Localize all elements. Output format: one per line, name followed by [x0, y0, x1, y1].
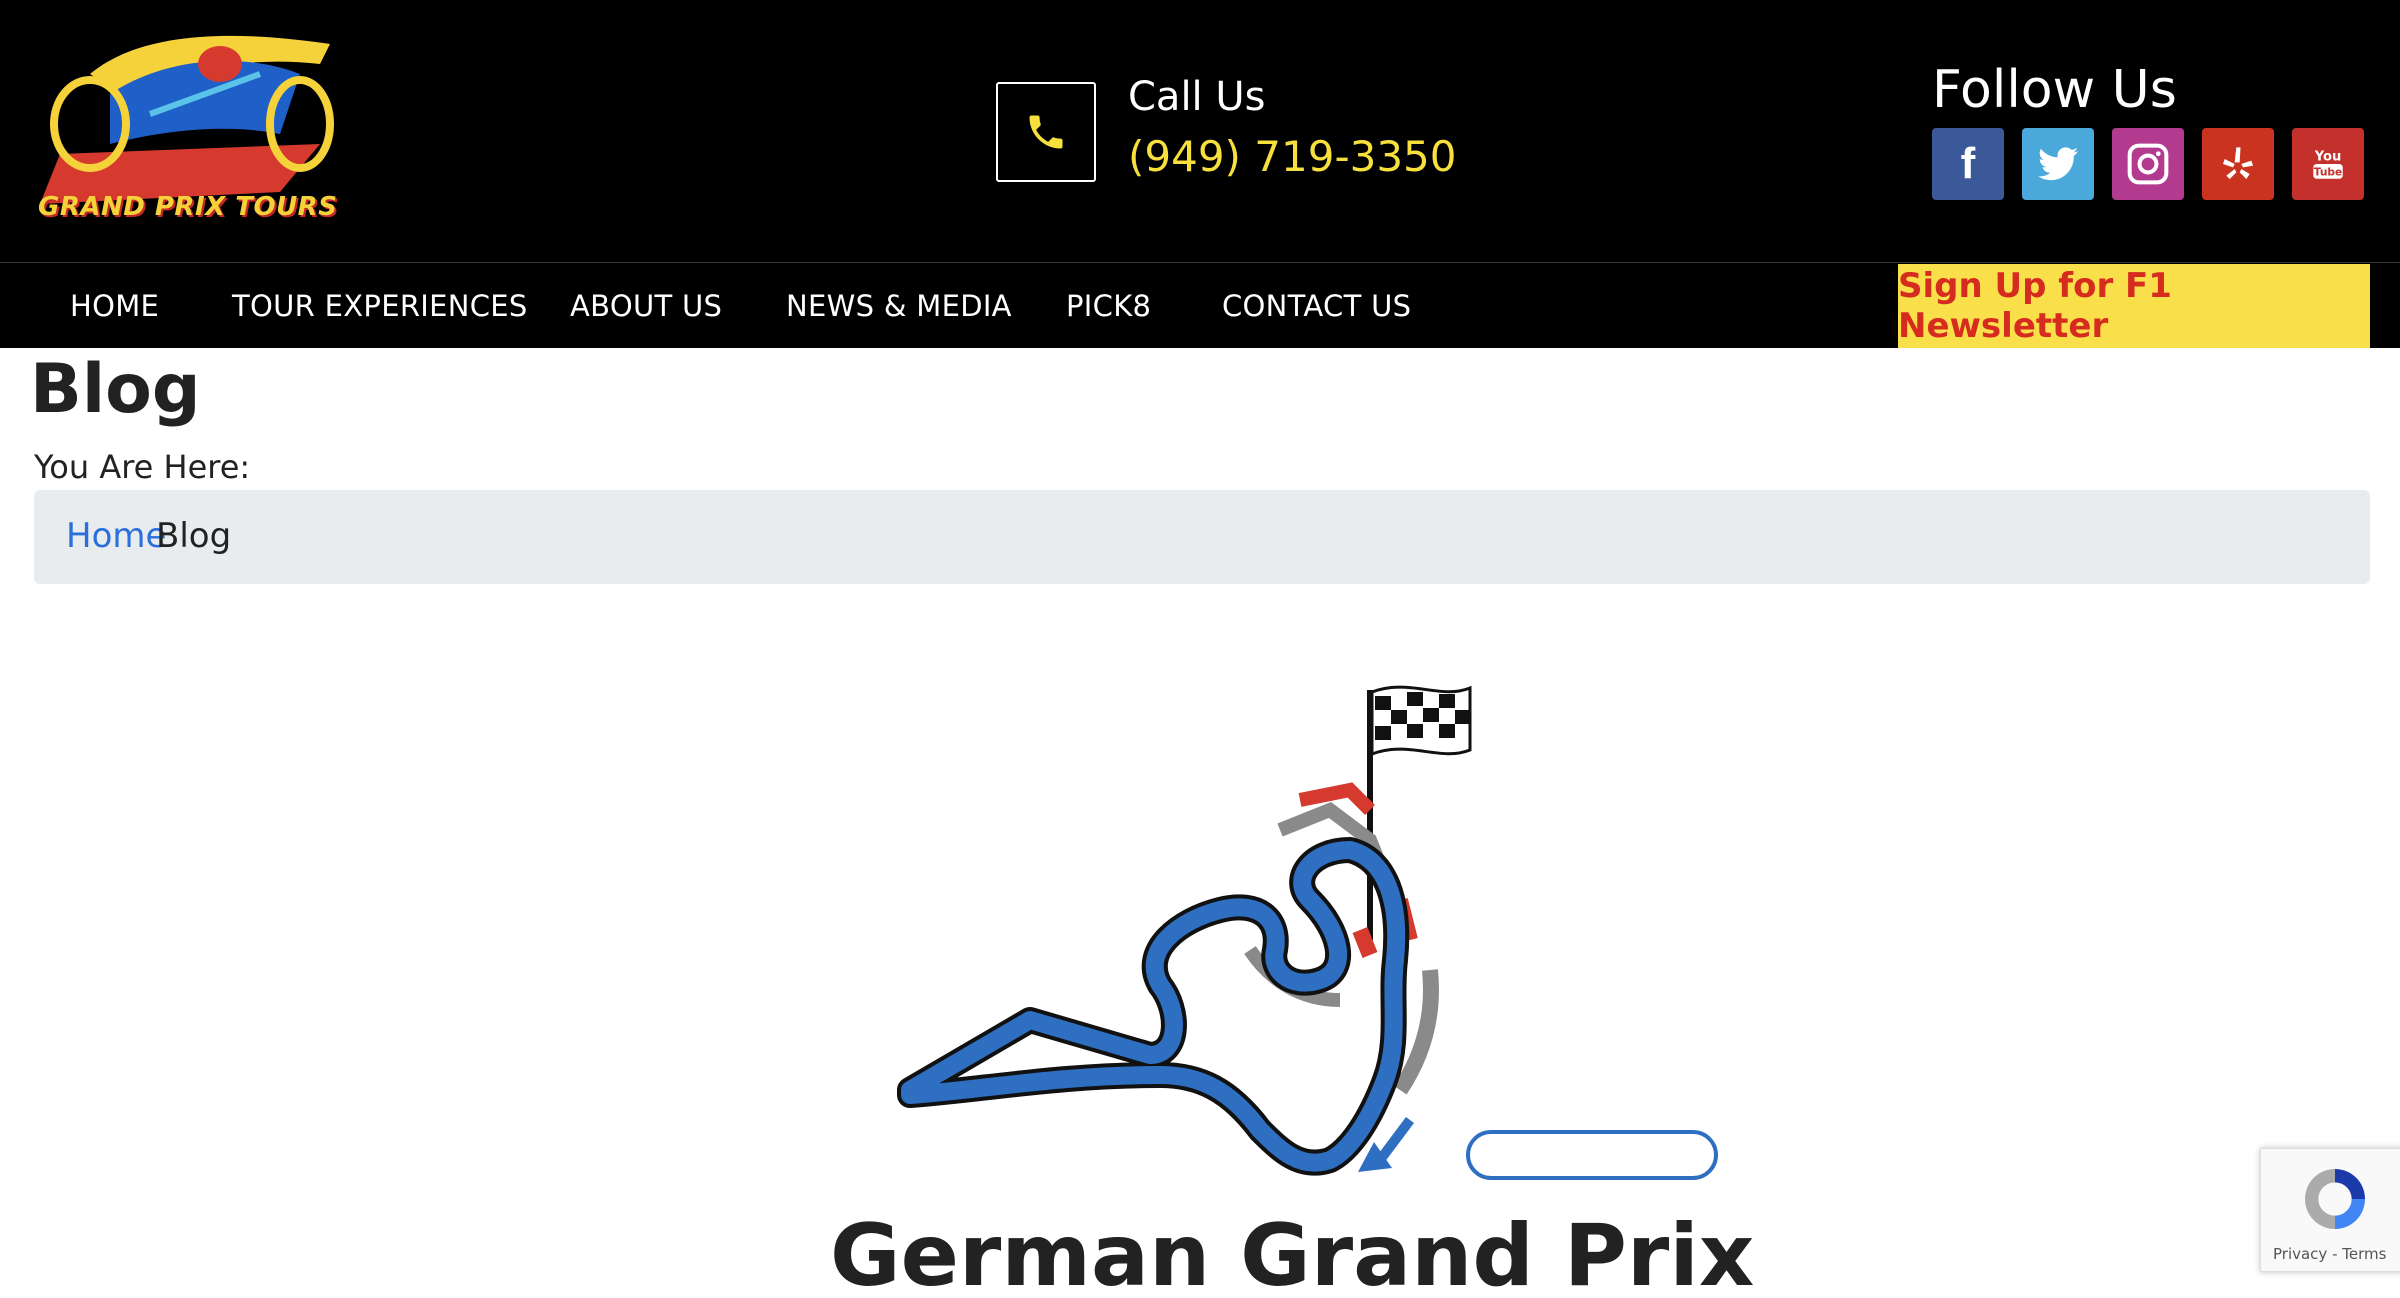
nav-item-pick8[interactable]: PICK8	[1066, 289, 1151, 323]
breadcrumb-current: Blog	[156, 516, 232, 556]
nav-item-home[interactable]: HOME	[70, 289, 159, 323]
yelp-icon	[2223, 147, 2253, 179]
recaptcha-privacy-terms[interactable]: Privacy - Terms	[2273, 1245, 2386, 1263]
you-are-here-label: You Are Here:	[34, 448, 251, 486]
facebook-link[interactable]: f	[1932, 128, 2004, 200]
call-us-label: Call Us	[1128, 74, 1266, 120]
twitter-icon	[2038, 147, 2078, 181]
instagram-icon	[2127, 143, 2169, 185]
svg-text:Tube: Tube	[2314, 165, 2342, 178]
breadcrumb: Home Blog	[34, 490, 2370, 584]
page-title: Blog	[30, 350, 201, 429]
nav-item-tour-experiences[interactable]: TOUR EXPERIENCES	[232, 289, 528, 323]
track-map-icon	[897, 685, 1718, 1180]
follow-us-heading: Follow Us	[1932, 60, 2177, 120]
recaptcha-badge[interactable]: Privacy - Terms	[2260, 1148, 2400, 1272]
article-title[interactable]: German Grand Prix	[830, 1206, 1754, 1298]
twitter-link[interactable]	[2022, 128, 2094, 200]
logo-text: GRAND PRIX TOURS	[38, 192, 338, 222]
phone-button[interactable]	[996, 82, 1096, 182]
instagram-link[interactable]	[2112, 128, 2184, 200]
facebook-icon: f	[1960, 139, 1976, 188]
site-header: GRAND PRIX TOURS Call Us (949) 719-3350 …	[0, 0, 2400, 262]
phone-icon	[1029, 115, 1063, 149]
nav-item-about-us[interactable]: ABOUT US	[570, 289, 722, 323]
phone-number-link[interactable]: (949) 719-3350	[1128, 132, 1457, 181]
svg-text:You: You	[2314, 150, 2342, 165]
newsletter-signup-button[interactable]: Sign Up for F1 Newsletter	[1898, 264, 2370, 348]
site-logo[interactable]: GRAND PRIX TOURS	[30, 14, 350, 236]
youtube-link[interactable]: You Tube	[2292, 128, 2364, 200]
youtube-icon: You Tube	[2313, 150, 2343, 179]
nav-item-contact-us[interactable]: CONTACT US	[1222, 289, 1411, 323]
checkered-flag-icon	[1370, 685, 1472, 757]
race-track-illustration	[880, 680, 1740, 1220]
nav-item-news-media[interactable]: NEWS & MEDIA	[786, 289, 1012, 323]
breadcrumb-home-link[interactable]: Home	[66, 516, 166, 556]
yelp-link[interactable]	[2202, 128, 2274, 200]
recaptcha-icon	[2305, 1169, 2365, 1229]
